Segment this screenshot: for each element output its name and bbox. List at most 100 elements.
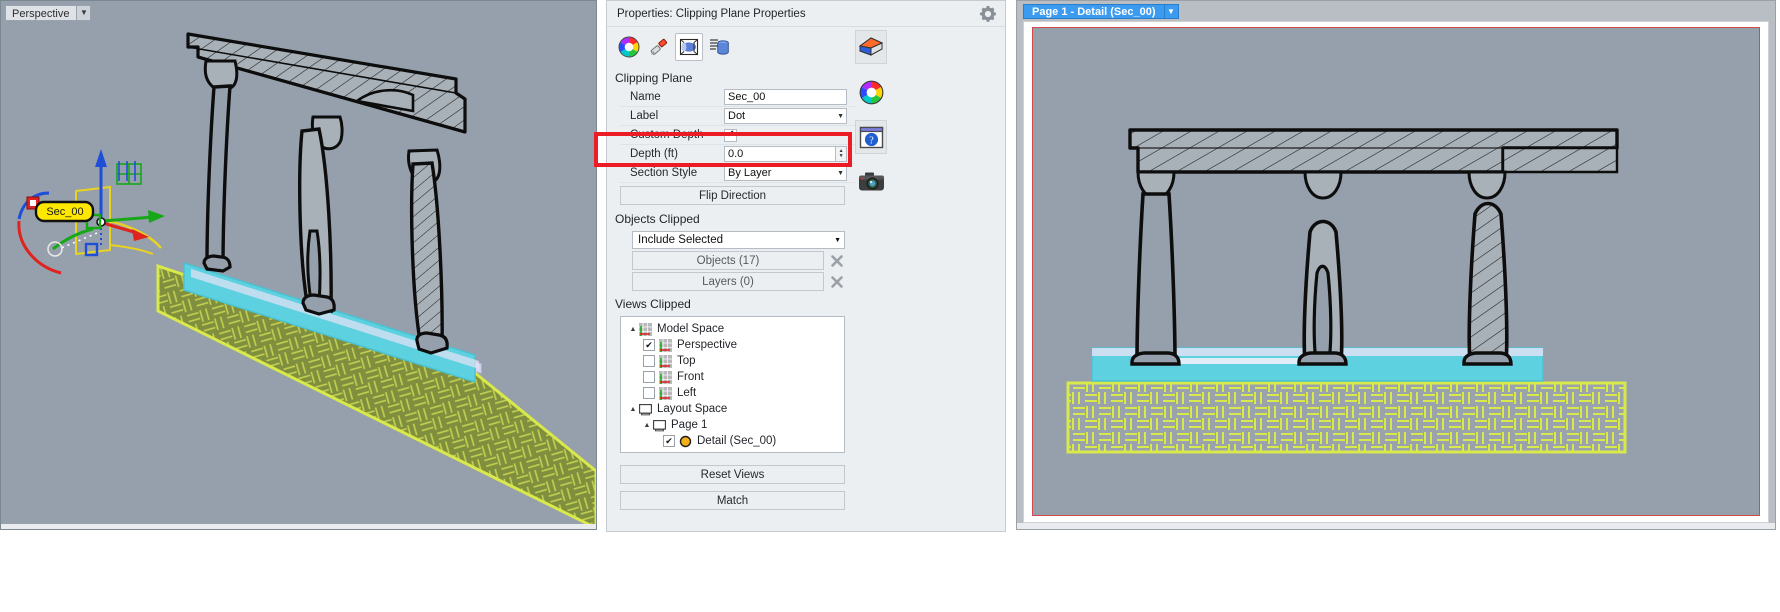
detail-dot-icon	[679, 435, 692, 448]
page-sheet	[1023, 21, 1769, 523]
tree-checkbox[interactable]: ✔	[643, 355, 655, 367]
depth-stepper[interactable]: ▲▼	[835, 146, 847, 162]
layout-viewport-label: Page 1 - Detail (Sec_00)	[1023, 4, 1164, 19]
layout-viewport-title[interactable]: Page 1 - Detail (Sec_00) ▼	[1023, 4, 1179, 19]
tree-item-perspective[interactable]: ✔ Perspective	[621, 337, 844, 353]
bridge-deck-detail	[1130, 130, 1617, 172]
label-select-value: Dot	[728, 110, 745, 122]
chevron-down-icon: ▼	[834, 237, 841, 244]
properties-panel-body: Clipping Plane Name Sec_00 Label Dot ▼ C…	[607, 27, 855, 523]
layers-button-row: Layers (0)	[632, 272, 847, 291]
properties-side-toolbar: ?	[855, 30, 891, 220]
section-style-select[interactable]: By Layer ▼	[724, 165, 847, 181]
views-clipped-tree[interactable]: ▲ Model Space ✔ Perspective ✔ T	[620, 316, 845, 453]
match-button[interactable]: Match	[620, 491, 845, 510]
tree-item-page-1[interactable]: ▲ Page 1	[621, 417, 844, 433]
depth-input[interactable]: 0.0	[724, 146, 835, 162]
tree-item-label: Perspective	[677, 339, 737, 351]
tree-item-top[interactable]: ✔ Top	[621, 353, 844, 369]
tree-checkbox[interactable]: ✔	[643, 387, 655, 399]
chevron-down-icon[interactable]: ▼	[76, 5, 91, 21]
tree-checkbox[interactable]: ✔	[663, 435, 675, 447]
views-clipped-section-label: Views Clipped	[607, 293, 855, 314]
layout-bottom-strip	[1017, 523, 1775, 529]
properties-toolbar	[607, 27, 855, 67]
tree-item-label: Layout Space	[657, 403, 727, 415]
detail-viewport-frame[interactable]	[1032, 27, 1760, 516]
reset-views-button[interactable]: Reset Views	[620, 465, 845, 484]
properties-panel-header: Properties: Clipping Plane Properties	[607, 1, 1005, 27]
row-section-style-label: Section Style	[620, 167, 724, 179]
clear-objects-x-icon[interactable]	[827, 251, 847, 270]
clipping-plane-icon[interactable]	[675, 33, 703, 61]
tree-item-left[interactable]: ✔ Left	[621, 385, 844, 401]
layout-viewport[interactable]: Page 1 - Detail (Sec_00) ▼	[1016, 0, 1776, 530]
expander-icon[interactable]: ▲	[627, 326, 639, 333]
layout-page-icon	[653, 419, 666, 432]
chevron-down-icon[interactable]: ▼	[1164, 4, 1179, 19]
expander-icon[interactable]: ▲	[641, 422, 653, 429]
object-properties-icon[interactable]	[705, 33, 733, 61]
objects-clipped-section-label: Objects Clipped	[607, 208, 855, 229]
material-brush-icon[interactable]	[645, 33, 673, 61]
row-section-style: Section Style By Layer ▼	[620, 164, 855, 183]
flip-direction-button[interactable]: Flip Direction	[620, 186, 845, 205]
custom-depth-checkbox[interactable]: ✔	[724, 129, 737, 142]
tree-item-label: Detail (Sec_00)	[697, 435, 776, 447]
detail-scene	[1033, 28, 1760, 516]
perspective-bottom-strip	[1, 524, 596, 529]
row-depth: Depth (ft) 0.0 ▲▼	[620, 145, 855, 164]
perspective-viewport-label: Perspective	[5, 5, 76, 21]
tree-item-label: Model Space	[657, 323, 724, 335]
row-depth-label: Depth (ft)	[620, 148, 724, 160]
color-wheel-icon[interactable]	[615, 33, 643, 61]
tree-item-label: Page 1	[671, 419, 707, 431]
row-custom-depth: Custom Depth ✔	[620, 126, 855, 145]
axis-grid-icon	[639, 323, 652, 336]
row-name: Name Sec_00	[620, 88, 855, 107]
tree-item-label: Top	[677, 355, 696, 367]
gear-icon[interactable]	[977, 3, 999, 25]
axis-grid-icon	[659, 371, 672, 384]
clipping-plane-section-label: Clipping Plane	[607, 67, 855, 88]
objects-clipped-mode-value: Include Selected	[638, 234, 723, 246]
layout-page-icon	[639, 403, 652, 416]
clipping-plane-tag-label: Sec_00	[38, 204, 92, 219]
tree-item-label: Left	[677, 387, 696, 399]
name-input[interactable]: Sec_00	[724, 89, 847, 105]
objects-button-row: Objects (17)	[632, 251, 847, 270]
tree-item-front[interactable]: ✔ Front	[621, 369, 844, 385]
svg-text:?: ?	[869, 135, 874, 146]
ground-slab-detail	[1068, 383, 1625, 452]
row-label: Label Dot ▼	[620, 107, 855, 126]
row-name-label: Name	[620, 91, 724, 103]
tree-item-label: Front	[677, 371, 704, 383]
section-style-value: By Layer	[728, 167, 771, 179]
color-wheel-icon[interactable]	[855, 75, 887, 109]
perspective-viewport[interactable]: Perspective ▼	[0, 0, 597, 530]
tree-item-layout-space[interactable]: ▲ Layout Space	[621, 401, 844, 417]
section-wedge-icon[interactable]	[855, 30, 887, 64]
perspective-scene	[1, 1, 597, 530]
tree-item-detail-sec00[interactable]: ✔ Detail (Sec_00)	[621, 433, 844, 449]
perspective-viewport-title[interactable]: Perspective ▼	[5, 5, 91, 21]
layers-button[interactable]: Layers (0)	[632, 272, 824, 291]
help-window-icon[interactable]: ?	[855, 120, 887, 154]
clear-layers-x-icon[interactable]	[827, 272, 847, 291]
chevron-down-icon: ▼	[837, 113, 844, 120]
tree-checkbox[interactable]: ✔	[643, 371, 655, 383]
tree-checkbox[interactable]: ✔	[643, 339, 655, 351]
tree-item-model-space[interactable]: ▲ Model Space	[621, 321, 844, 337]
row-label-label: Label	[620, 110, 724, 122]
objects-button[interactable]: Objects (17)	[632, 251, 824, 270]
expander-icon[interactable]: ▲	[627, 406, 639, 413]
camera-icon[interactable]	[855, 165, 887, 199]
chevron-down-icon: ▼	[837, 170, 844, 177]
axis-grid-icon	[659, 387, 672, 400]
label-select[interactable]: Dot ▼	[724, 108, 847, 124]
row-custom-depth-label: Custom Depth	[620, 129, 724, 141]
properties-panel-title: Properties: Clipping Plane Properties	[607, 8, 806, 20]
objects-clipped-mode-select[interactable]: Include Selected ▼	[632, 231, 845, 249]
axis-grid-icon	[659, 339, 672, 352]
axis-grid-icon	[659, 355, 672, 368]
